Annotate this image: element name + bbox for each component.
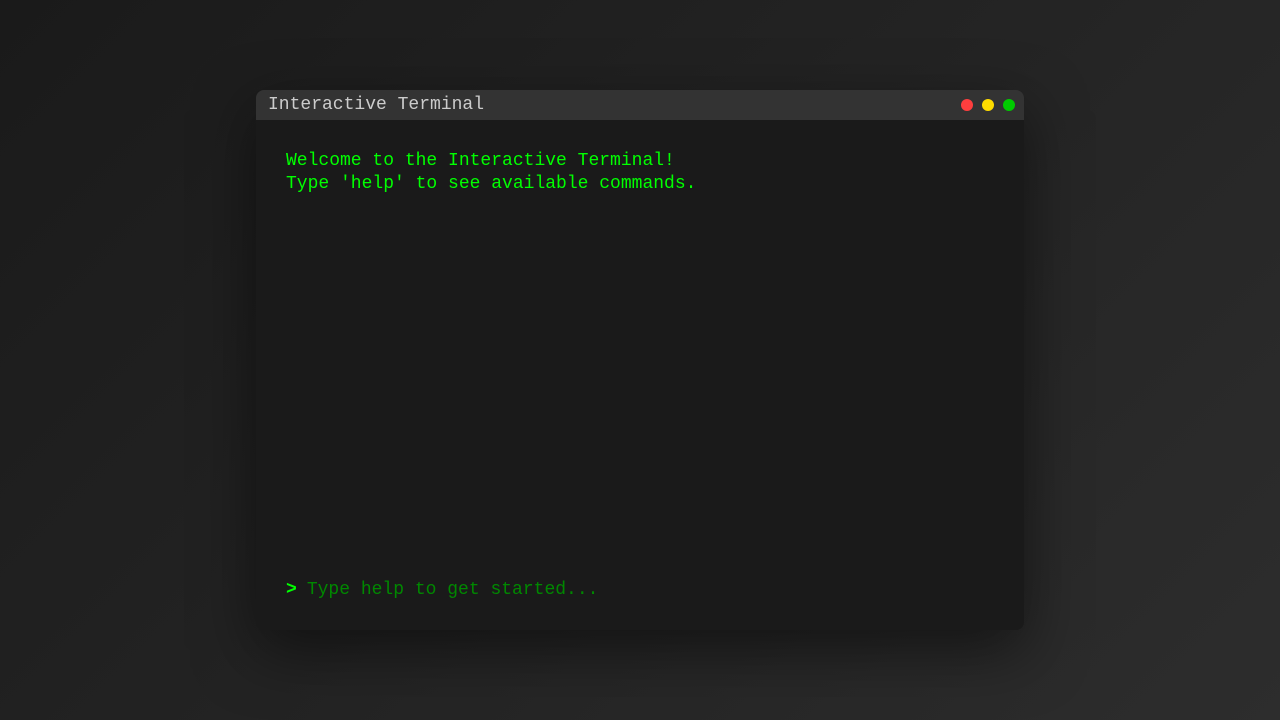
terminal-output: Welcome to the Interactive Terminal! Typ… bbox=[256, 120, 1024, 565]
prompt-symbol: > bbox=[286, 580, 297, 600]
traffic-lights bbox=[961, 99, 1015, 111]
output-line: Type 'help' to see available commands. bbox=[286, 173, 994, 196]
output-line: Welcome to the Interactive Terminal! bbox=[286, 150, 994, 173]
command-input[interactable] bbox=[307, 580, 994, 600]
minimize-icon[interactable] bbox=[982, 99, 994, 111]
terminal-header: Interactive Terminal bbox=[256, 90, 1024, 120]
maximize-icon[interactable] bbox=[1003, 99, 1015, 111]
terminal-title: Interactive Terminal bbox=[268, 96, 484, 114]
terminal-input-row: > bbox=[256, 565, 1024, 630]
close-icon[interactable] bbox=[961, 99, 973, 111]
terminal-window: Interactive Terminal Welcome to the Inte… bbox=[256, 90, 1024, 630]
